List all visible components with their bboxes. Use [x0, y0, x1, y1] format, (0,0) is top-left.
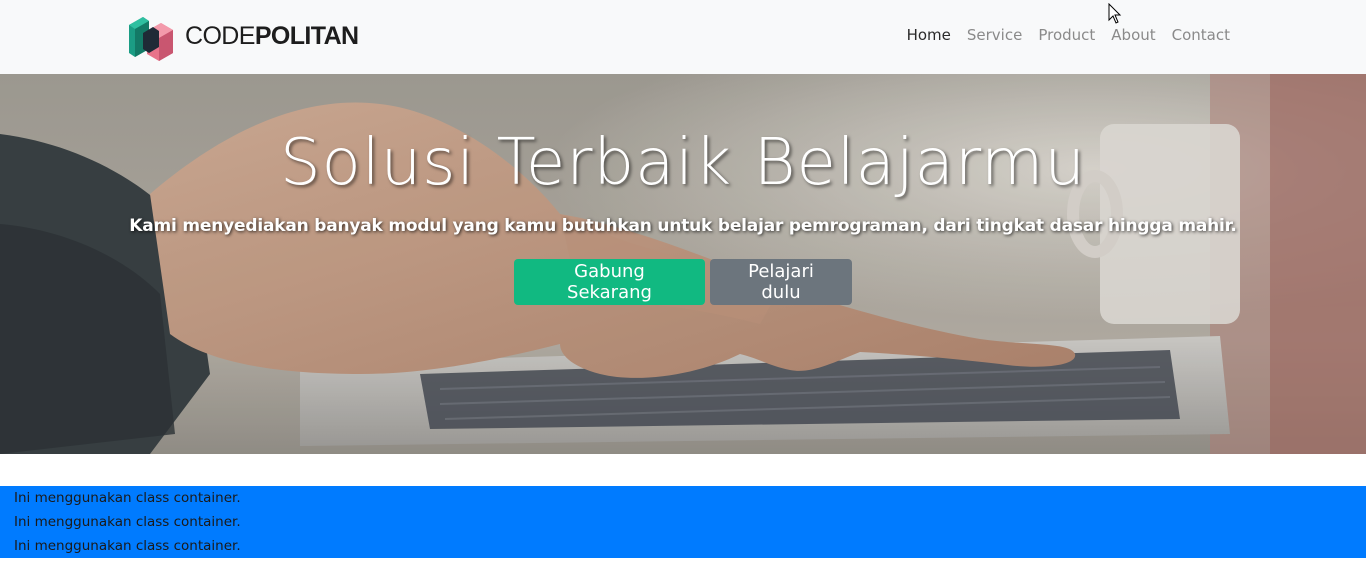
codepolitan-logo-icon — [129, 17, 173, 61]
learn-first-button[interactable]: Pelajari dulu — [710, 259, 852, 305]
mouse-pointer-icon — [1108, 3, 1122, 24]
join-now-button[interactable]: Gabung Sekarang — [514, 259, 705, 305]
nav-product[interactable]: Product — [1038, 26, 1095, 44]
hero-jumbotron: Solusi Terbaik Belajarmu Kami menyediaka… — [0, 74, 1366, 454]
nav-contact[interactable]: Contact — [1172, 26, 1230, 44]
brand-name-light: CODE — [185, 21, 255, 50]
navbar: CODEPOLITAN Home Service Product About C… — [0, 0, 1366, 74]
brand-name: CODEPOLITAN — [185, 21, 359, 50]
container-line: Ini menggunakan class container. — [14, 514, 241, 530]
container-block: Ini menggunakan class container. Ini men… — [0, 486, 1366, 558]
hero-subtitle: Kami menyediakan banyak modul yang kamu … — [129, 216, 1237, 236]
brand-name-bold: POLITAN — [254, 21, 359, 50]
brand-logo-link[interactable]: CODEPOLITAN — [127, 11, 359, 61]
container-line: Ini menggunakan class container. — [14, 490, 241, 506]
nav-links: Home Service Product About Contact — [907, 26, 1230, 44]
hero-title: Solusi Terbaik Belajarmu — [280, 126, 1086, 200]
nav-service[interactable]: Service — [967, 26, 1022, 44]
container-line: Ini menggunakan class container. — [14, 538, 241, 554]
hero-content: Solusi Terbaik Belajarmu Kami menyediaka… — [0, 74, 1366, 454]
nav-about[interactable]: About — [1111, 26, 1155, 44]
nav-home[interactable]: Home — [907, 26, 951, 44]
